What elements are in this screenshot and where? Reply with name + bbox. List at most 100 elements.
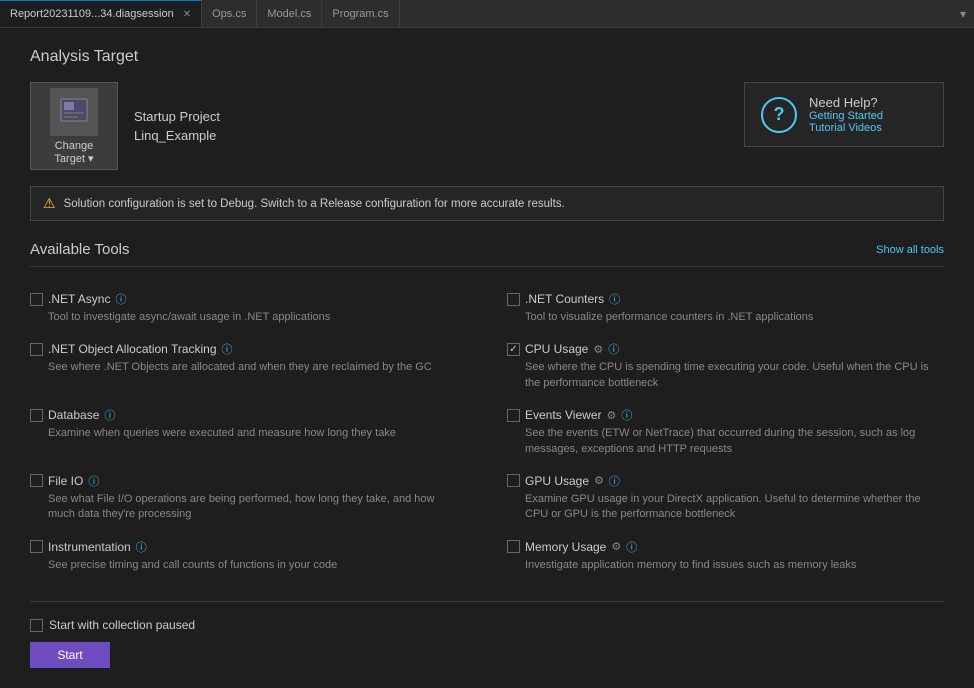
tool-gear-icon-memory-usage[interactable]: ⚙ [611, 540, 621, 553]
tool-gear-icon-gpu-usage[interactable]: ⚙ [594, 474, 604, 487]
warning-icon: ⚠ [43, 195, 56, 212]
project-info: Startup Project Linq_Example [134, 109, 220, 143]
tool-name-dotnet-counters: .NET Counters [525, 292, 604, 306]
tool-desc-cpu-usage: See where the CPU is spending time execu… [507, 360, 944, 391]
startup-project-area: ChangeTarget ▾ Startup Project Linq_Exam… [30, 82, 220, 170]
tab-diag[interactable]: Report20231109...34.diagsession ✕ [0, 0, 202, 27]
available-tools-title: Available Tools [30, 241, 130, 258]
tool-item-cpu-usage: CPU Usage ⚙ ⓘ See where the CPU is spend… [487, 333, 944, 399]
help-title: Need Help? [809, 95, 883, 110]
tool-checkbox-instrumentation[interactable] [30, 540, 43, 553]
tool-desc-memory-usage: Investigate application memory to find i… [507, 558, 944, 573]
tool-help-icon-memory-usage[interactable]: ⓘ [626, 539, 637, 555]
project-name: Linq_Example [134, 128, 220, 143]
tool-checkbox-events-viewer[interactable] [507, 409, 520, 422]
tool-desc-events-viewer: See the events (ETW or NetTrace) that oc… [507, 426, 944, 457]
tool-checkbox-dotnet-async[interactable] [30, 293, 43, 306]
tool-help-icon-file-io[interactable]: ⓘ [88, 473, 99, 489]
tool-checkbox-dotnet-counters[interactable] [507, 293, 520, 306]
tool-name-file-io: File IO [48, 474, 83, 488]
tab-program[interactable]: Program.cs [322, 0, 399, 27]
tool-help-icon-dotnet-async[interactable]: ⓘ [115, 291, 126, 307]
tab-model-label: Model.cs [267, 8, 311, 20]
tool-help-icon-gpu-usage[interactable]: ⓘ [609, 473, 620, 489]
tool-item-gpu-usage: GPU Usage ⚙ ⓘ Examine GPU usage in your … [487, 465, 944, 531]
tool-help-icon-instrumentation[interactable]: ⓘ [136, 539, 147, 555]
help-box: ? Need Help? Getting Started Tutorial Vi… [744, 82, 944, 147]
tool-header-dotnet-async: .NET Async ⓘ [30, 291, 457, 307]
tool-desc-dotnet-object-tracking: See where .NET Objects are allocated and… [30, 360, 457, 375]
tool-checkbox-file-io[interactable] [30, 474, 43, 487]
tab-overflow-button[interactable]: ▾ [952, 0, 974, 27]
warning-bar: ⚠ Solution configuration is set to Debug… [30, 186, 944, 221]
tutorial-videos-link[interactable]: Tutorial Videos [809, 122, 883, 134]
change-target-button[interactable]: ChangeTarget ▾ [30, 82, 118, 170]
tool-checkbox-database[interactable] [30, 409, 43, 422]
start-section: Start with collection paused Start [30, 618, 944, 668]
tool-header-dotnet-counters: .NET Counters ⓘ [507, 291, 944, 307]
tool-item-database: Database ⓘ Examine when queries were exe… [30, 399, 487, 465]
tool-desc-gpu-usage: Examine GPU usage in your DirectX applic… [507, 492, 944, 523]
tool-name-gpu-usage: GPU Usage [525, 474, 589, 488]
tool-checkbox-dotnet-object-tracking[interactable] [30, 343, 43, 356]
tool-desc-instrumentation: See precise timing and call counts of fu… [30, 558, 457, 573]
tool-item-dotnet-object-tracking: .NET Object Allocation Tracking ⓘ See wh… [30, 333, 487, 399]
tool-name-cpu-usage: CPU Usage [525, 342, 588, 356]
tool-checkbox-cpu-usage[interactable] [507, 343, 520, 356]
tool-item-dotnet-async: .NET Async ⓘ Tool to investigate async/a… [30, 283, 487, 333]
tab-ops[interactable]: Ops.cs [202, 0, 257, 27]
tool-help-icon-cpu-usage[interactable]: ⓘ [608, 341, 619, 357]
tool-header-memory-usage: Memory Usage ⚙ ⓘ [507, 539, 944, 555]
target-row: ChangeTarget ▾ Startup Project Linq_Exam… [30, 82, 944, 170]
tool-gear-icon-events-viewer[interactable]: ⚙ [606, 409, 616, 422]
tool-name-database: Database [48, 408, 99, 422]
tab-diag-label: Report20231109...34.diagsession [10, 8, 174, 20]
tool-name-events-viewer: Events Viewer [525, 408, 601, 422]
change-target-label: ChangeTarget ▾ [54, 140, 93, 165]
tab-bar: Report20231109...34.diagsession ✕ Ops.cs… [0, 0, 974, 28]
analysis-target-title: Analysis Target [30, 48, 944, 66]
tool-item-events-viewer: Events Viewer ⚙ ⓘ See the events (ETW or… [487, 399, 944, 465]
tool-gear-icon-cpu-usage[interactable]: ⚙ [593, 343, 603, 356]
tool-item-dotnet-counters: .NET Counters ⓘ Tool to visualize perfor… [487, 283, 944, 333]
tool-header-events-viewer: Events Viewer ⚙ ⓘ [507, 407, 944, 423]
help-question-icon: ? [761, 97, 797, 133]
tool-checkbox-gpu-usage[interactable] [507, 474, 520, 487]
tool-desc-dotnet-async: Tool to investigate async/await usage in… [30, 310, 457, 325]
tool-help-icon-database[interactable]: ⓘ [104, 407, 115, 423]
tools-grid: .NET Async ⓘ Tool to investigate async/a… [30, 283, 944, 581]
tab-program-label: Program.cs [332, 8, 388, 20]
getting-started-link[interactable]: Getting Started [809, 110, 883, 122]
tool-header-database: Database ⓘ [30, 407, 457, 423]
tool-help-icon-dotnet-counters[interactable]: ⓘ [609, 291, 620, 307]
start-collection-paused-checkbox[interactable] [30, 619, 43, 632]
tool-help-icon-events-viewer[interactable]: ⓘ [621, 407, 632, 423]
tool-help-icon-dotnet-object-tracking[interactable]: ⓘ [222, 341, 233, 357]
tab-diag-close[interactable]: ✕ [183, 9, 191, 20]
tool-item-instrumentation: Instrumentation ⓘ See precise timing and… [30, 531, 487, 581]
show-all-tools-link[interactable]: Show all tools [876, 244, 944, 256]
tool-desc-dotnet-counters: Tool to visualize performance counters i… [507, 310, 944, 325]
tool-item-file-io: File IO ⓘ See what File I/O operations a… [30, 465, 487, 531]
tool-name-memory-usage: Memory Usage [525, 540, 606, 554]
start-collection-paused-label: Start with collection paused [49, 618, 195, 632]
start-checkbox-row: Start with collection paused [30, 618, 944, 632]
tool-header-file-io: File IO ⓘ [30, 473, 457, 489]
section-divider [30, 601, 944, 602]
tool-item-memory-usage: Memory Usage ⚙ ⓘ Investigate application… [487, 531, 944, 581]
tool-name-dotnet-async: .NET Async [48, 292, 110, 306]
help-text-area: Need Help? Getting Started Tutorial Vide… [809, 95, 883, 134]
tab-model[interactable]: Model.cs [257, 0, 322, 27]
tab-ops-label: Ops.cs [212, 8, 246, 20]
tool-header-instrumentation: Instrumentation ⓘ [30, 539, 457, 555]
tool-header-gpu-usage: GPU Usage ⚙ ⓘ [507, 473, 944, 489]
tool-checkbox-memory-usage[interactable] [507, 540, 520, 553]
tool-header-dotnet-object-tracking: .NET Object Allocation Tracking ⓘ [30, 341, 457, 357]
tool-header-cpu-usage: CPU Usage ⚙ ⓘ [507, 341, 944, 357]
start-button[interactable]: Start [30, 642, 110, 668]
tool-desc-file-io: See what File I/O operations are being p… [30, 492, 457, 523]
startup-project-label: Startup Project [134, 109, 220, 124]
main-content: Analysis Target ChangeTarget ▾ Startup P… [0, 28, 974, 688]
tool-name-instrumentation: Instrumentation [48, 540, 131, 554]
tool-name-dotnet-object-tracking: .NET Object Allocation Tracking [48, 342, 217, 356]
